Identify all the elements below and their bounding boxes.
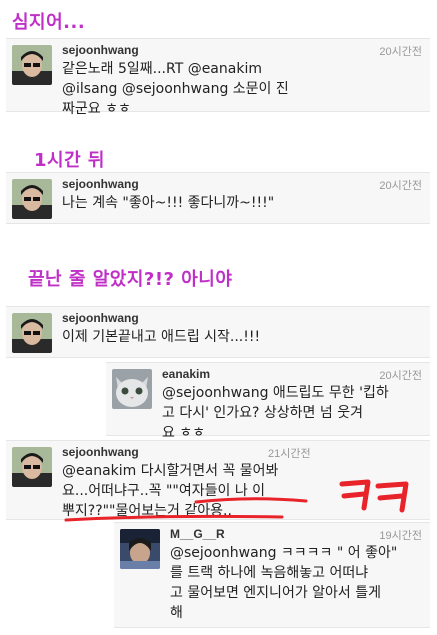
tweet-line: 짜군요 ㅎㅎ [62, 101, 131, 117]
timestamp: 20시간전 [379, 370, 422, 382]
handwritten-kk: ㅋㅋ [339, 479, 409, 513]
tweet-line: 이제 기본끝내고 애드립 시작...!!! [62, 329, 261, 345]
avatar[interactable] [12, 447, 52, 487]
tweet-text: 같은노래 5일째...RT @eanakim @ilsang @sejoonhw… [62, 59, 424, 119]
tweet-1: sejoonhwang 20시간전 같은노래 5일째...RT @eanakim… [6, 38, 430, 117]
username[interactable]: sejoonhwang [62, 445, 139, 459]
tweet-6: M__G__R 19시간전 @sejoonhwang ㅋㅋㅋㅋ " 어 좋아" … [114, 522, 430, 628]
tweet-line: @sejoonhwang 애드립도 무한 '킵하 [162, 385, 389, 401]
tweet-text: 나는 계속 "좋아~!!! 좋다니까~!!!" [62, 193, 424, 213]
username[interactable]: sejoonhwang [62, 43, 139, 57]
tweet-line: 나는 계속 "좋아~!!! 좋다니까~!!!" [62, 195, 275, 211]
username[interactable]: eanakim [162, 367, 210, 381]
tweet-3: sejoonhwang 이제 기본끝내고 애드립 시작...!!! [6, 306, 430, 358]
caption-2: 1시간 뒤 [34, 150, 105, 171]
caption-1: 심지어... [12, 12, 86, 33]
tweet-line: 를 트랙 하나에 녹음해놓고 어떠냐 [170, 565, 369, 581]
tweet-2: sejoonhwang 20시간전 나는 계속 "좋아~!!! 좋다니까~!!!… [6, 172, 430, 224]
tweet-line: 고 다시' 인가요? 상상하면 넘 웃겨 [162, 405, 363, 421]
avatar[interactable] [12, 313, 52, 353]
avatar[interactable] [120, 529, 160, 569]
timestamp: 20시간전 [379, 46, 422, 58]
timestamp: 19시간전 [379, 530, 422, 542]
tweet-line: @eanakim 다시할거면서 꼭 물어봐 [62, 463, 279, 479]
username[interactable]: sejoonhwang [62, 311, 139, 325]
tweet-line: @ilsang @sejoonhwang 소문이 진 [62, 81, 289, 97]
avatar[interactable] [12, 45, 52, 85]
avatar[interactable] [12, 179, 52, 219]
tweet-line: 고 물어보면 엔지니어가 알아서 틀게 [170, 585, 381, 601]
tweet-4: eanakim 20시간전 @sejoonhwang 애드립도 무한 '킵하 고… [106, 362, 430, 441]
tweet-text: @eanakim 다시할거면서 꼭 물어봐 요...어떠냐구..꼭 ""여자들이… [62, 461, 362, 521]
tweet-text: @sejoonhwang 애드립도 무한 '킵하 고 다시' 인가요? 상상하면… [162, 383, 426, 443]
tweet-line: @sejoonhwang ㅋㅋㅋㅋ " 어 좋아" [170, 545, 398, 561]
tweet-text: 이제 기본끝내고 애드립 시작...!!! [62, 327, 424, 347]
timestamp: 21시간전 [268, 448, 311, 460]
timestamp: 20시간전 [379, 180, 422, 192]
username[interactable]: M__G__R [170, 527, 225, 541]
tweet-line: 해 [170, 605, 183, 621]
tweet-line: 같은노래 5일째...RT @eanakim [62, 61, 262, 77]
tweet-line: 요...어떠냐구..꼭 ""여자들이 나 이 [62, 483, 266, 499]
tweet-line: 뿌지??""물어보는거 같아용.. [62, 503, 232, 519]
tweet-text: @sejoonhwang ㅋㅋㅋㅋ " 어 좋아" 를 트랙 하나에 녹음해놓고… [170, 543, 426, 623]
username[interactable]: sejoonhwang [62, 177, 139, 191]
cat-avatar[interactable] [112, 369, 152, 409]
caption-3: 끝난 줄 알았지?!? 아니야 [28, 269, 233, 290]
